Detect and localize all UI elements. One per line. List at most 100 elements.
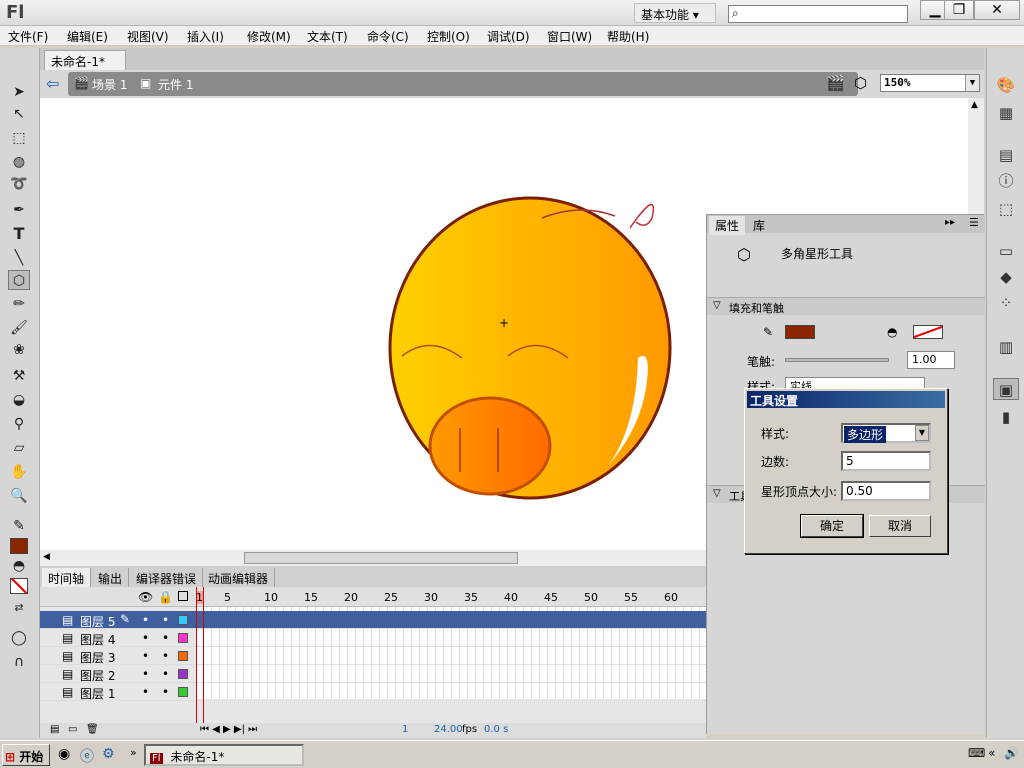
- start-button[interactable]: ⊞ 开始: [2, 744, 50, 766]
- breadcrumb-scene[interactable]: 场景 1: [92, 76, 127, 93]
- frame-rate[interactable]: 24.00: [434, 724, 463, 735]
- zoom-tool-icon[interactable]: 🔍: [8, 486, 30, 506]
- chevron-down-icon[interactable]: ▽: [713, 300, 721, 311]
- brush-tool-icon[interactable]: 🖌: [8, 318, 30, 338]
- visibility-dot[interactable]: •: [142, 685, 149, 699]
- chevron-down-icon[interactable]: ▽: [713, 488, 721, 499]
- ok-button[interactable]: 确定: [800, 514, 864, 538]
- object-drawing-icon[interactable]: ◯: [8, 628, 30, 648]
- delete-layer-icon[interactable]: 🗑: [86, 724, 99, 735]
- visibility-dot[interactable]: •: [142, 667, 149, 681]
- menu-file[interactable]: 文件(F): [8, 28, 48, 45]
- color-palette-icon[interactable]: 🎨: [993, 74, 1019, 96]
- pencil-tool-icon[interactable]: ✏: [8, 294, 30, 314]
- panel-menu-icon[interactable]: ☰: [969, 216, 979, 229]
- layer-row[interactable]: ▤ 图层 4 • •: [40, 629, 706, 647]
- bone-tool-icon[interactable]: ⚒: [8, 366, 30, 386]
- style-select[interactable]: 多边形 ▼: [841, 423, 931, 443]
- align-icon[interactable]: ▤: [993, 144, 1019, 166]
- menu-help[interactable]: 帮助(H): [607, 28, 649, 45]
- swap-colors-icon[interactable]: ⇄: [8, 598, 30, 618]
- layer-row[interactable]: ▤ 图层 1 • •: [40, 683, 706, 701]
- close-button[interactable]: ✕: [974, 0, 1020, 20]
- layer-row[interactable]: ▤ 图层 5 ✎ • •: [40, 611, 706, 629]
- new-folder-icon[interactable]: ▭: [68, 724, 77, 735]
- menu-debug[interactable]: 调试(D): [487, 28, 530, 45]
- menu-modify[interactable]: 修改(M): [247, 28, 291, 45]
- menu-insert[interactable]: 插入(I): [187, 28, 224, 45]
- layer-name[interactable]: 图层 3: [80, 649, 115, 666]
- scroll-left-icon[interactable]: ◀: [43, 552, 50, 562]
- tray-expand-icon[interactable]: «: [988, 746, 995, 760]
- menu-view[interactable]: 视图(V): [127, 28, 169, 45]
- playhead[interactable]: [196, 587, 204, 727]
- properties-icon[interactable]: ▣: [993, 378, 1019, 400]
- stroke-color-icon[interactable]: ✎: [8, 516, 30, 536]
- scroll-up-icon[interactable]: ▲: [971, 100, 978, 110]
- tab-properties[interactable]: 属性: [709, 216, 746, 235]
- layer-name[interactable]: 图层 5: [80, 613, 115, 630]
- polystar-tool-icon[interactable]: ⬡: [8, 270, 30, 290]
- subselection-tool-icon[interactable]: ↖: [8, 104, 30, 124]
- line-tool-icon[interactable]: ╲: [8, 248, 30, 268]
- layer-name[interactable]: 图层 4: [80, 631, 115, 648]
- free-transform-icon[interactable]: ⬚: [8, 128, 30, 148]
- cancel-button[interactable]: 取消: [869, 515, 931, 537]
- swatches-icon[interactable]: ▦: [993, 102, 1019, 124]
- zoom-select[interactable]: 150% ▼: [880, 74, 980, 92]
- selection-tool-icon[interactable]: ➤: [8, 82, 30, 102]
- visibility-dot[interactable]: •: [142, 613, 149, 627]
- breadcrumb-symbol[interactable]: 元件 1: [158, 76, 193, 93]
- library-icon[interactable]: ▮: [993, 406, 1019, 428]
- motion-presets-icon[interactable]: ◆: [993, 266, 1019, 288]
- lock-dot[interactable]: •: [162, 631, 169, 645]
- edit-symbol-icon[interactable]: ⬡: [854, 74, 867, 92]
- visibility-dot[interactable]: •: [142, 649, 149, 663]
- menu-text[interactable]: 文本(T): [307, 28, 348, 45]
- workspace-switcher[interactable]: 基本功能 ▾: [634, 3, 716, 23]
- media-player-icon[interactable]: ◉: [58, 746, 70, 762]
- lock-dot[interactable]: •: [162, 649, 169, 663]
- layer-color-box[interactable]: [178, 687, 188, 697]
- layer-color-box[interactable]: [178, 651, 188, 661]
- layer-color-box[interactable]: [178, 615, 188, 625]
- menu-window[interactable]: 窗口(W): [547, 28, 592, 45]
- lock-dot[interactable]: •: [162, 685, 169, 699]
- chevron-down-icon[interactable]: ▼: [965, 75, 979, 91]
- maximize-button[interactable]: ❐: [944, 0, 974, 20]
- stroke-slider[interactable]: [785, 358, 889, 362]
- lock-dot[interactable]: •: [162, 613, 169, 627]
- panel-collapse-icon[interactable]: ▸▸: [945, 217, 955, 228]
- stroke-color-swatch[interactable]: [785, 325, 815, 339]
- outline-icon[interactable]: [178, 591, 188, 601]
- hand-tool-icon[interactable]: ✋: [8, 462, 30, 482]
- sides-field[interactable]: 5: [841, 451, 931, 471]
- fill-color-icon[interactable]: ◓: [8, 556, 30, 576]
- settings-icon[interactable]: ⚙: [102, 746, 115, 762]
- taskbar-item-flash[interactable]: Fl 未命名-1*: [144, 744, 304, 766]
- eraser-icon[interactable]: ▱: [8, 438, 30, 458]
- current-frame[interactable]: 1: [402, 724, 408, 735]
- new-layer-icon[interactable]: ▤: [50, 724, 59, 735]
- menu-commands[interactable]: 命令(C): [367, 28, 409, 45]
- layer-color-box[interactable]: [178, 633, 188, 643]
- lasso-icon[interactable]: ➰: [8, 174, 30, 194]
- stroke-color-swatch[interactable]: [10, 538, 28, 554]
- stroke-width-field[interactable]: 1.00: [907, 351, 955, 369]
- info-icon[interactable]: ⓘ: [993, 170, 1019, 192]
- tab-timeline[interactable]: 时间轴: [42, 568, 92, 587]
- behaviors-icon[interactable]: ⁘: [993, 292, 1019, 314]
- lock-dot[interactable]: •: [162, 667, 169, 681]
- scroll-thumb[interactable]: [244, 552, 518, 564]
- layer-color-box[interactable]: [178, 669, 188, 679]
- deco-tool-icon[interactable]: ❀: [8, 340, 30, 360]
- menu-control[interactable]: 控制(O): [427, 28, 470, 45]
- eyedropper-icon[interactable]: ⚲: [8, 414, 30, 434]
- pen-tool-icon[interactable]: ✒: [8, 200, 30, 220]
- layer-row[interactable]: ▤ 图层 2 • •: [40, 665, 706, 683]
- fill-none-swatch[interactable]: [10, 578, 28, 594]
- chevron-down-icon[interactable]: ▼: [915, 425, 929, 441]
- playback-controls-icon[interactable]: ⏮ ◀ ▶ ▶| ⏭: [200, 724, 257, 735]
- layer-row[interactable]: ▤ 图层 3 • •: [40, 647, 706, 665]
- layer-name[interactable]: 图层 2: [80, 667, 115, 684]
